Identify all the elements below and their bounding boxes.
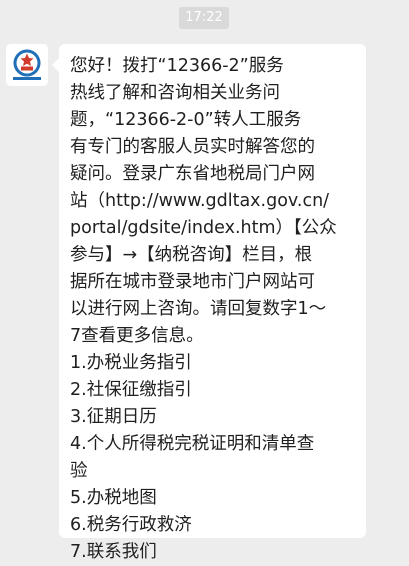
menu-option-3: 3.征期日历 [70,407,157,427]
menu-option-6: 6.税务行政救济 [70,515,192,535]
menu-option-4: 4.个人所得税完税证明和清单查 验 [70,434,315,481]
tax-bureau-emblem-icon [6,44,48,86]
menu-option-2: 2.社保征缴指引 [70,380,192,400]
menu-options-list: 1.办税业务指引 2.社保征缴指引 3.征期日历 4.个人所得税完税证明和清单查… [70,350,358,566]
menu-option-1: 1.办税业务指引 [70,353,192,373]
message-intro-text: 您好！拨打“12366-2”服务 热线了解和咨询相关业务问 题，“12366-2… [70,56,337,346]
avatar[interactable] [6,44,48,86]
menu-option-5: 5.办税地图 [70,488,157,508]
message-timestamp: 17:22 [179,7,229,29]
message-bubble[interactable]: 您好！拨打“12366-2”服务 热线了解和咨询相关业务问 题，“12366-2… [52,44,366,562]
